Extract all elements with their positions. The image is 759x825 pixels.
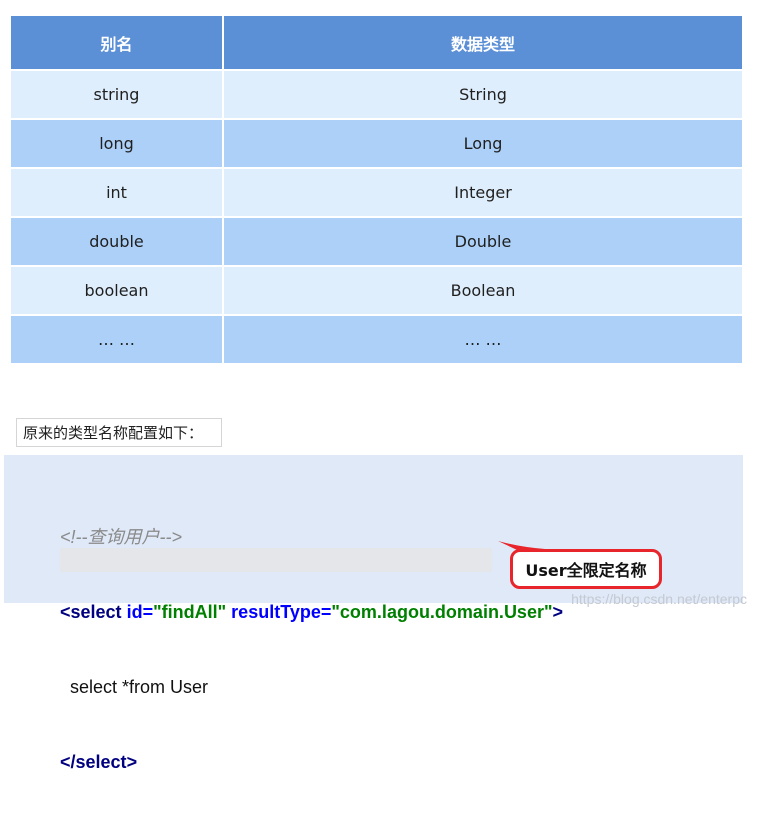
header-alias: 别名: [11, 16, 224, 69]
type-cell: Boolean: [450, 281, 516, 300]
alias-cell: boolean: [11, 267, 224, 314]
alias-cell: int: [11, 169, 224, 216]
table-row: string String: [11, 69, 742, 118]
type-cell: Long: [463, 134, 503, 153]
table-row: double Double: [11, 216, 742, 265]
code-line-sql: select *from User: [70, 677, 209, 697]
attr-id-value: "findAll": [153, 602, 227, 622]
table-row: boolean Boolean: [11, 265, 742, 314]
attr-id: id: [126, 602, 143, 622]
annotation-label: User全限定名称: [510, 549, 662, 589]
table-row: … … … …: [11, 314, 742, 363]
xml-code: <!--查询用户--> <select id="findAll" resultT…: [60, 475, 563, 825]
type-cell: … …: [464, 330, 502, 349]
alias-cell: string: [11, 71, 224, 118]
alias-cell: double: [11, 218, 224, 265]
attr-resulttype: resultType: [231, 602, 321, 622]
code-line-select-close: </select>: [60, 752, 138, 772]
table-row: int Integer: [11, 167, 742, 216]
attr-resulttype-value: "com.lagou.domain.User": [331, 602, 553, 622]
alias-cell: long: [11, 120, 224, 167]
tag-name: select: [70, 602, 122, 622]
caption: 原来的类型名称配置如下：: [16, 418, 222, 447]
type-alias-table: 别名 数据类型 string String long Long int Inte…: [11, 16, 742, 363]
watermark: https://blog.csdn.net/enterpc: [571, 591, 747, 607]
table-row: long Long: [11, 118, 742, 167]
table-header: 别名 数据类型: [11, 16, 742, 69]
header-data-type: 数据类型: [450, 34, 515, 54]
type-cell: Double: [454, 232, 512, 251]
alias-cell: … …: [11, 316, 224, 363]
type-cell: String: [459, 85, 507, 104]
code-comment: <!--查询用户-->: [60, 527, 183, 547]
type-cell: Integer: [454, 183, 512, 202]
